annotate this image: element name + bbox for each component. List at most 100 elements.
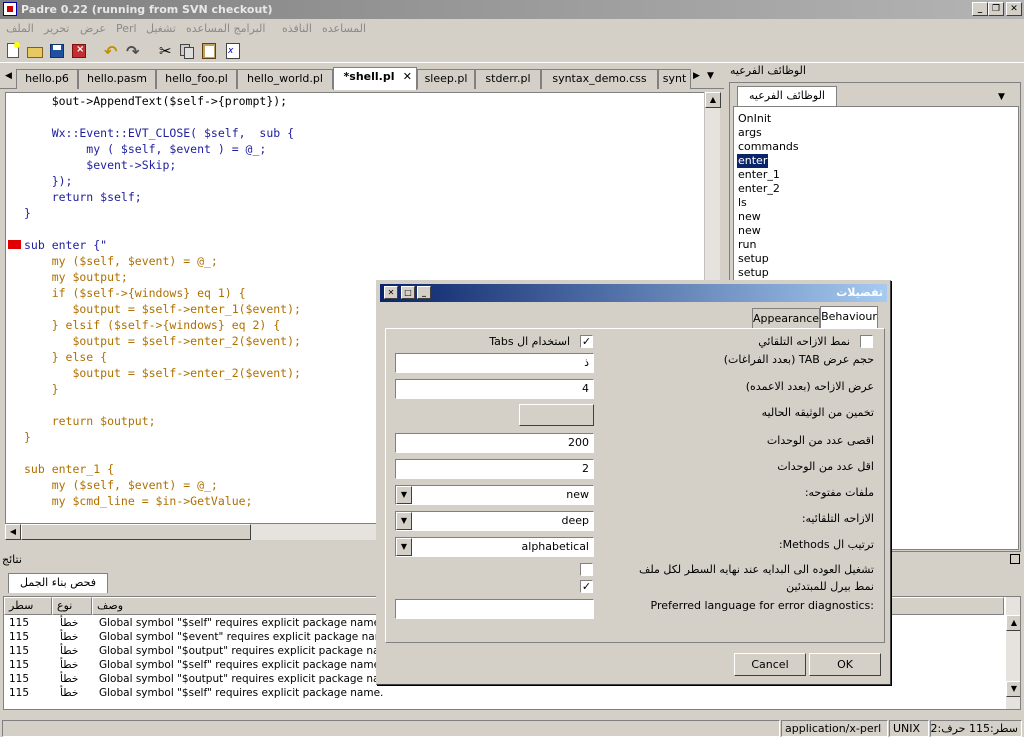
menu-plugins[interactable]: البرامج المساعده xyxy=(186,22,265,35)
methods-order-select[interactable]: ▼ alphabetical xyxy=(395,537,594,557)
function-item[interactable]: ls xyxy=(737,196,748,210)
tab-sleep[interactable]: sleep.pl xyxy=(417,69,475,89)
function-item[interactable]: OnInit xyxy=(737,112,772,126)
dialog-maximize-icon[interactable]: □ xyxy=(401,286,415,299)
code-line: Wx::Event::EVT_CLOSE( $self, sub { xyxy=(24,126,295,140)
tab-hello-pasm[interactable]: hello.pasm xyxy=(78,69,156,89)
copy-icon[interactable] xyxy=(178,42,196,60)
function-item[interactable]: args xyxy=(737,126,763,140)
paste-icon[interactable] xyxy=(200,42,218,60)
function-item[interactable]: enter_2 xyxy=(737,182,781,196)
tab-synt[interactable]: synt xyxy=(658,69,691,89)
tab-stderr[interactable]: stderr.pl xyxy=(475,69,541,89)
tab-hello-p6[interactable]: hello.p6 xyxy=(16,69,78,89)
close-button[interactable]: ✕ xyxy=(1006,2,1022,16)
tab-scroll-right-icon[interactable]: ▶ xyxy=(693,71,700,81)
scroll-up-icon[interactable]: ▲ xyxy=(1006,615,1020,631)
row-line: 115 xyxy=(9,687,30,699)
indent-width-input[interactable]: 4 xyxy=(395,379,594,399)
tab-width-input[interactable]: ذ xyxy=(395,353,594,373)
autoindent-select[interactable]: ▼ deep xyxy=(395,511,594,531)
row-type: خطأ xyxy=(60,659,79,671)
code-line: $event->Skip; xyxy=(24,158,177,172)
column-header-line[interactable]: سطر xyxy=(4,597,52,615)
methods-order-label: ترتيب ال Methods: xyxy=(778,538,874,551)
menu-file[interactable]: الملف xyxy=(6,22,34,35)
function-item[interactable]: setup xyxy=(737,252,770,266)
scroll-thumb[interactable] xyxy=(21,524,251,540)
function-item-selected[interactable]: enter xyxy=(737,154,769,168)
redo-icon[interactable]: ↷ xyxy=(124,42,142,61)
cancel-button[interactable]: Cancel xyxy=(734,653,806,676)
max-units-label: اقصى عدد من الوحدات xyxy=(766,434,874,447)
open-file-icon[interactable] xyxy=(26,42,44,60)
menu-bar: الملف تحرير عرض Perl تشغيل البرامج المسا… xyxy=(0,19,1024,39)
dialog-close-icon[interactable]: ✕ xyxy=(384,286,398,299)
row-line: 115 xyxy=(9,673,30,685)
syntax-check-tab[interactable]: فحص بناء الجمل xyxy=(8,573,108,593)
status-position: سطر:115 حرف:12 xyxy=(930,720,1022,737)
functions-tab-menu-icon[interactable]: ▼ xyxy=(998,92,1005,102)
menu-edit[interactable]: تحرير xyxy=(44,22,69,35)
tab-hello-world[interactable]: hello_world.pl xyxy=(237,69,333,89)
function-item[interactable]: setup xyxy=(737,266,770,280)
min-units-input[interactable]: 2 xyxy=(395,459,594,479)
save-icon[interactable] xyxy=(48,42,66,60)
cut-icon[interactable]: ✂ xyxy=(156,42,174,60)
menu-perl[interactable]: Perl xyxy=(116,22,137,35)
run-return-checkbox[interactable] xyxy=(580,563,593,576)
tab-shell-pl[interactable]: *shell.pl ✕ xyxy=(333,67,417,90)
open-files-label: ملفات مفتوحه: xyxy=(804,486,874,499)
status-bar: application/x-perl UNIX سطر:115 حرف:12 xyxy=(0,719,1024,737)
chevron-down-icon[interactable]: ▼ xyxy=(396,512,412,530)
undo-icon[interactable]: ↶ xyxy=(102,42,120,61)
minimize-button[interactable]: _ xyxy=(972,2,988,16)
use-tabs-checkbox[interactable]: ✓ xyxy=(580,335,593,348)
row-type: خطأ xyxy=(60,617,79,629)
menu-view[interactable]: عرض xyxy=(80,22,106,35)
chevron-down-icon[interactable]: ▼ xyxy=(396,486,412,504)
function-item[interactable]: new xyxy=(737,210,762,224)
row-description: Global symbol "$event" requires explicit… xyxy=(99,631,395,643)
function-item[interactable]: commands xyxy=(737,140,800,154)
guess-button[interactable] xyxy=(519,404,594,426)
code-line: my $cmd_line = $in->GetValue; xyxy=(24,494,253,508)
beginner-mode-checkbox[interactable]: ✓ xyxy=(580,580,593,593)
select-all-icon[interactable]: x xyxy=(224,42,242,60)
auto-indent-checkbox[interactable]: ✓ xyxy=(860,335,873,348)
preferred-language-input[interactable] xyxy=(395,599,594,619)
ok-button[interactable]: OK xyxy=(809,653,881,676)
close-file-icon[interactable]: × xyxy=(70,42,88,60)
open-files-select[interactable]: ▼ new xyxy=(395,485,594,505)
maximize-button[interactable]: ❐ xyxy=(988,2,1004,16)
new-file-icon[interactable] xyxy=(4,42,22,60)
functions-tab[interactable]: الوظائف الفرعيه xyxy=(737,86,837,106)
tab-appearance[interactable]: Appearance xyxy=(752,308,820,329)
output-vertical-scrollbar[interactable]: ▲ ▼ xyxy=(1006,597,1020,709)
toolbar: × ↶ ↷ ✂ x xyxy=(0,39,1024,63)
scroll-left-icon[interactable]: ◀ xyxy=(5,524,21,540)
menu-run[interactable]: تشغيل xyxy=(146,22,176,35)
tab-hello-foo[interactable]: hello_foo.pl xyxy=(156,69,237,89)
dialog-minimize-icon[interactable]: _ xyxy=(417,286,431,299)
function-item[interactable]: run xyxy=(737,238,757,252)
tab-close-icon[interactable]: ✕ xyxy=(403,68,412,86)
row-type: خطأ xyxy=(60,631,79,643)
tab-scroll-left-icon[interactable]: ◀ xyxy=(5,71,12,81)
scroll-up-icon[interactable]: ▲ xyxy=(705,92,721,108)
code-line: }); xyxy=(24,174,73,188)
tab-syntax-demo[interactable]: syntax_demo.css xyxy=(541,69,658,89)
menu-window[interactable]: النافذه xyxy=(282,22,312,35)
function-item[interactable]: new xyxy=(737,224,762,238)
max-units-input[interactable]: 200 xyxy=(395,433,594,453)
chevron-down-icon[interactable]: ▼ xyxy=(396,538,412,556)
output-close-icon[interactable] xyxy=(1010,554,1020,564)
tab-behaviour[interactable]: Behaviour xyxy=(820,306,878,329)
code-line: } else { xyxy=(24,350,108,364)
menu-help[interactable]: المساعده xyxy=(322,22,366,35)
tab-width-label: حجم عرض TAB (بعدد الفراغات) xyxy=(723,353,874,366)
column-header-type[interactable]: نوع xyxy=(52,597,92,615)
scroll-down-icon[interactable]: ▼ xyxy=(1006,681,1020,697)
tab-list-icon[interactable]: ▼ xyxy=(707,71,714,81)
function-item[interactable]: enter_1 xyxy=(737,168,781,182)
